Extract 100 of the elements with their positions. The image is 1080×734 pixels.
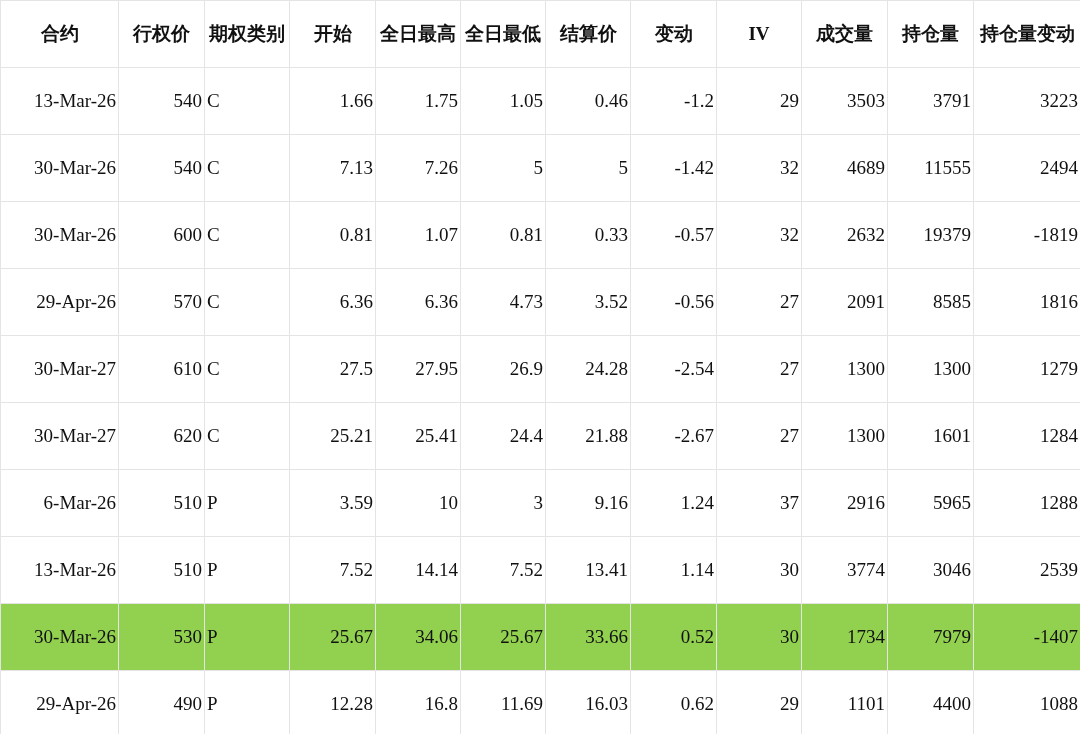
table-cell: 9.16 [545,469,631,537]
table-cell: 13.41 [545,536,631,604]
table-cell: 24.28 [545,335,631,403]
table-cell: 2632 [801,201,888,269]
table-cell: C [204,335,290,403]
table-cell: 3.59 [289,469,376,537]
table-cell: 6.36 [375,268,461,336]
table-cell: 29 [716,67,802,135]
table-cell: 11555 [887,134,974,202]
table-cell: 37 [716,469,802,537]
table-cell: 13-Mar-26 [0,536,119,604]
column-header: 行权价 [118,0,205,68]
table-cell: 4.73 [460,268,546,336]
column-header: 开始 [289,0,376,68]
table-cell: 0.81 [289,201,376,269]
table-cell: 30-Mar-27 [0,402,119,470]
table-cell: C [204,402,290,470]
table-cell: 27 [716,402,802,470]
table-cell: 25.67 [289,603,376,671]
table-row[interactable]: 30-Mar-27 620 C 25.21 25.41 24.4 21.88 -2.67 27 1300 1601 1284 [0,402,1080,470]
table-cell: 0.46 [545,67,631,135]
table-cell: 30 [716,536,802,604]
table-cell: 7.26 [375,134,461,202]
column-header: 合约 [0,0,119,68]
table-cell: 14.14 [375,536,461,604]
table-cell: 32 [716,134,802,202]
table-cell: 25.41 [375,402,461,470]
table-cell: 3.52 [545,268,631,336]
table-cell: 10 [375,469,461,537]
table-cell: 30-Mar-26 [0,134,119,202]
table-cell: 27 [716,335,802,403]
table-cell: 3791 [887,67,974,135]
column-header: 结算价 [545,0,631,68]
table-cell: P [204,536,290,604]
table-cell: -0.56 [630,268,717,336]
table-cell: 5 [545,134,631,202]
table-row[interactable]: 29-Apr-26 490 P 12.28 16.8 11.69 16.03 0.62 29 1101 4400 1088 [0,670,1080,734]
table-row[interactable]: 30-Mar-26 540 C 7.13 7.26 5 5 -1.42 32 4689 11555 2494 [0,134,1080,202]
table-cell: 27.95 [375,335,461,403]
table-cell: P [204,670,290,734]
table-cell: 1.75 [375,67,461,135]
table-cell: 25.21 [289,402,376,470]
table-cell: 7.13 [289,134,376,202]
table-cell: 1.14 [630,536,717,604]
table-cell: 33.66 [545,603,631,671]
table-cell: 30 [716,603,802,671]
table-row[interactable]: 13-Mar-26 510 P 7.52 14.14 7.52 13.41 1.14 30 3774 3046 2539 [0,536,1080,604]
table-cell: 3774 [801,536,888,604]
table-row[interactable]: 13-Mar-26 540 C 1.66 1.75 1.05 0.46 -1.2 29 3503 3791 3223 [0,67,1080,135]
table-row[interactable]: 30-Mar-26 530 P 25.67 34.06 25.67 33.66 0.52 30 1734 7979 -1407 [0,603,1080,671]
table-cell: 26.9 [460,335,546,403]
table-cell: 1300 [887,335,974,403]
table-cell: 3046 [887,536,974,604]
table-cell: 27.5 [289,335,376,403]
table-cell: 2916 [801,469,888,537]
table-cell: 1300 [801,335,888,403]
table-cell: 21.88 [545,402,631,470]
column-header: 持仓量 [887,0,974,68]
table-cell: 0.52 [630,603,717,671]
table-cell: 5 [460,134,546,202]
column-header: 持仓量变动 [973,0,1080,68]
table-cell: 3503 [801,67,888,135]
table-cell: 0.81 [460,201,546,269]
column-header: 全日最高 [375,0,461,68]
table-cell: 5965 [887,469,974,537]
table-cell: 25.67 [460,603,546,671]
table-row[interactable]: 6-Mar-26 510 P 3.59 10 3 9.16 1.24 37 2916 5965 1288 [0,469,1080,537]
table-row[interactable]: 30-Mar-27 610 C 27.5 27.95 26.9 24.28 -2.54 27 1300 1300 1279 [0,335,1080,403]
table-cell: 0.33 [545,201,631,269]
table-cell: 2091 [801,268,888,336]
table-cell: 7979 [887,603,974,671]
table-cell: 7.52 [289,536,376,604]
column-header: IV [716,0,802,68]
column-header: 成交量 [801,0,888,68]
table-cell: 19379 [887,201,974,269]
table-cell: 540 [118,67,205,135]
table-cell: 34.06 [375,603,461,671]
table-cell: 540 [118,134,205,202]
table-cell: 8585 [887,268,974,336]
column-header: 变动 [630,0,717,68]
table-cell: 1.07 [375,201,461,269]
table-cell: 29-Apr-26 [0,670,119,734]
table-cell: 1601 [887,402,974,470]
table-cell: 13-Mar-26 [0,67,119,135]
table-cell: 530 [118,603,205,671]
table-cell: 7.52 [460,536,546,604]
table-cell: 27 [716,268,802,336]
table-cell: 620 [118,402,205,470]
table-row[interactable]: 29-Apr-26 570 C 6.36 6.36 4.73 3.52 -0.56 27 2091 8585 1816 [0,268,1080,336]
table-cell: 24.4 [460,402,546,470]
table-cell: C [204,134,290,202]
table-cell: 1734 [801,603,888,671]
table-cell: 32 [716,201,802,269]
table-cell: 1.66 [289,67,376,135]
table-cell: P [204,469,290,537]
table-cell: 1.05 [460,67,546,135]
table-cell: 29-Apr-26 [0,268,119,336]
table-row[interactable]: 30-Mar-26 600 C 0.81 1.07 0.81 0.33 -0.57 32 2632 19379 -1819 [0,201,1080,269]
table-cell: C [204,67,290,135]
table-cell: 610 [118,335,205,403]
